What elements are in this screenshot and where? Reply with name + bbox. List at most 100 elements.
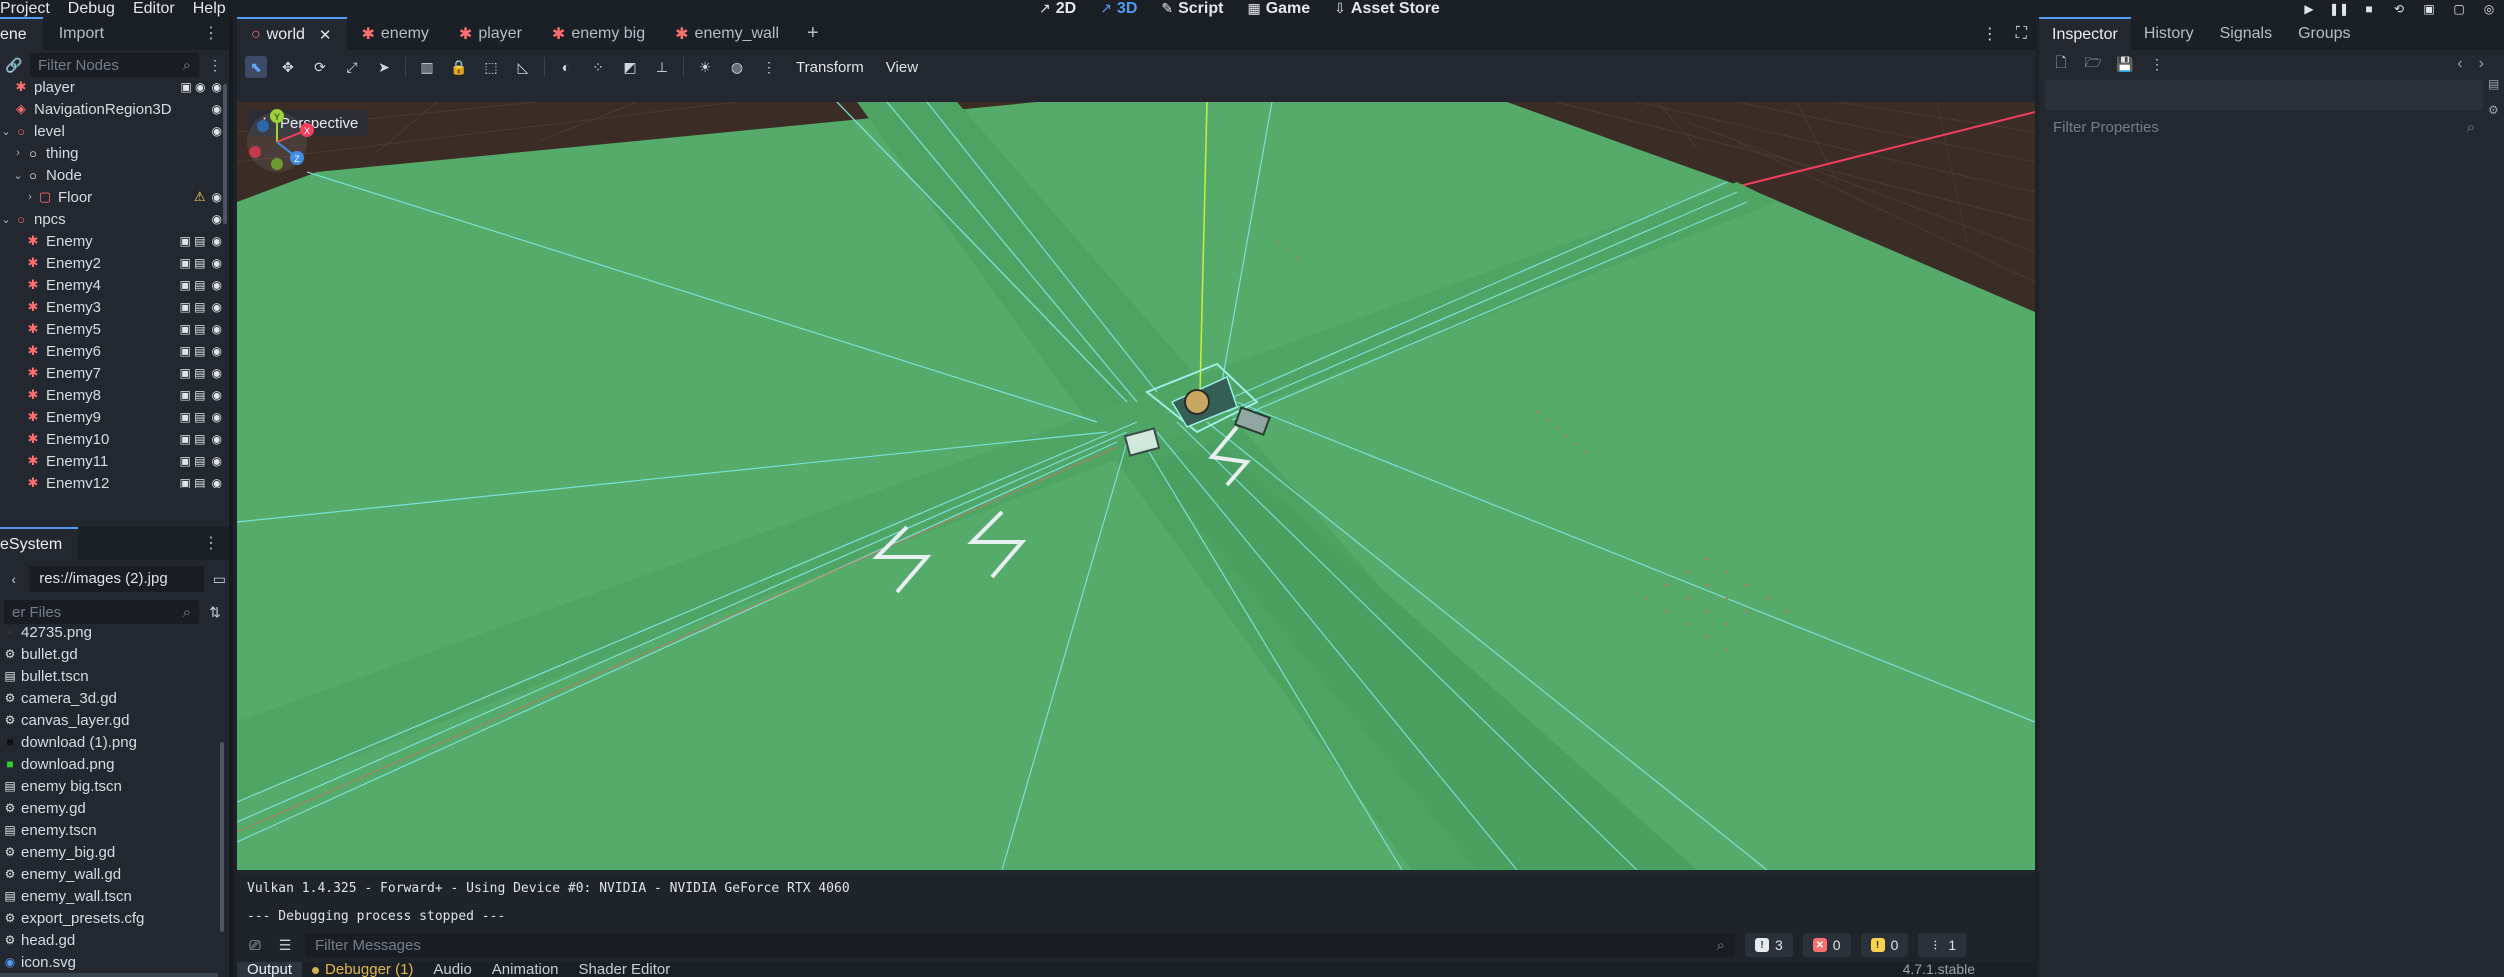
sun-icon[interactable]: ☀ — [694, 56, 716, 78]
file-item[interactable]: ■images (2).jpg — [0, 973, 218, 977]
visibility-eye-icon[interactable]: ◉ — [212, 410, 222, 424]
scene-instance-icon[interactable]: ▣ ▤ — [180, 366, 206, 380]
ruler-icon[interactable]: ▥ — [416, 56, 438, 78]
expand-arrow-icon[interactable]: › — [24, 191, 36, 203]
menu-help[interactable]: Help — [184, 0, 235, 17]
inspector-menu-icon[interactable]: ⋮ — [2147, 54, 2167, 74]
split-mode-icon[interactable]: ▭ — [210, 569, 229, 589]
main-screen-game[interactable]: ▦ Game — [1238, 0, 1319, 17]
filter-messages-box[interactable]: Filter Messages ⌕ — [305, 933, 1735, 957]
error-count-toggle[interactable]: ✕ 0 — [1802, 933, 1851, 957]
movie-icon[interactable]: ◎ — [2474, 0, 2504, 17]
scene-tab-enemy_wall[interactable]: ✱ enemy_wall — [661, 17, 795, 50]
bottom-tab-shader-editor[interactable]: Shader Editor — [569, 962, 681, 977]
visibility-eye-icon[interactable]: ◉ — [212, 278, 222, 292]
visibility-eye-icon[interactable]: ◉ — [212, 432, 222, 446]
visibility-eye-icon[interactable]: ◉ — [212, 212, 222, 226]
visibility-eye-icon[interactable]: ◉ — [212, 476, 222, 488]
scene-tab-enemy-big[interactable]: ✱ enemy big — [538, 17, 661, 50]
scene-options-icon[interactable]: ⋮ — [205, 55, 225, 75]
file-item[interactable]: ▤ enemy.tscn — [0, 819, 218, 841]
tree-node[interactable]: ✱ Enemy10 ▣ ▤ ◉ — [0, 428, 222, 450]
tree-node[interactable]: ⌄ ○ npcs ◉ — [0, 208, 222, 230]
scene-instance-icon[interactable]: ▣ ▤ — [180, 476, 206, 488]
file-item[interactable]: ▤ enemy big.tscn — [0, 775, 218, 797]
tree-node[interactable]: ✱ Enemy ▣ ▤ ◉ — [0, 230, 222, 252]
tab-import[interactable]: Import — [43, 17, 120, 50]
clear-output-icon[interactable]: ⎚ — [245, 935, 265, 955]
tree-node[interactable]: ✱ Enemy12 ▣ ▤ ◉ — [0, 472, 222, 489]
tab-signals[interactable]: Signals — [2207, 17, 2285, 50]
tree-node[interactable]: › ○ thing — [0, 142, 222, 164]
scene-instance-icon[interactable]: ▣ ▤ — [180, 388, 206, 402]
tree-node[interactable]: ✱ Enemy3 ▣ ▤ ◉ — [0, 296, 222, 318]
tree-node[interactable]: ✱ Enemy2 ▣ ▤ ◉ — [0, 252, 222, 274]
visibility-eye-icon[interactable]: ◉ — [212, 102, 222, 116]
tree-node[interactable]: ✱ Enemy5 ▣ ▤ ◉ — [0, 318, 222, 340]
tree-node[interactable]: ✱ player ▣ ◉ ◉ — [0, 80, 222, 98]
filter-messages-input[interactable]: Filter Messages — [315, 937, 421, 954]
scale-mode-icon[interactable]: ⤢ — [341, 56, 363, 78]
pin-icon[interactable]: ⊥ — [651, 56, 673, 78]
view-orientation-gizmo[interactable]: Y X Z — [237, 102, 317, 172]
visibility-eye-icon[interactable]: ◉ — [212, 344, 222, 358]
tree-node[interactable]: ⌄ ○ Node — [0, 164, 222, 186]
environment-icon[interactable]: ◍ — [726, 56, 748, 78]
measure-icon[interactable]: ◺ — [512, 56, 534, 78]
scene-tab-player[interactable]: ✱ player — [445, 17, 538, 50]
file-list-scrollbar[interactable] — [220, 742, 224, 932]
main-screen-asset-store[interactable]: ⇩ Asset Store — [1325, 0, 1449, 17]
group-icon[interactable]: ⬚ — [480, 56, 502, 78]
scene-tab-enemy[interactable]: ✱ enemy — [347, 17, 444, 50]
dock-menu-icon[interactable]: ⋮ — [203, 17, 219, 50]
visibility-eye-icon[interactable]: ◉ — [212, 366, 222, 380]
play-custom-icon[interactable]: ▢ — [2444, 0, 2474, 17]
tree-node[interactable]: ◈ NavigationRegion3D ◉ — [0, 98, 222, 120]
bottom-tab-output[interactable]: Output — [237, 962, 303, 977]
doc-icon[interactable]: ▤ — [2488, 77, 2502, 91]
list-select-icon[interactable]: ➤ — [373, 56, 395, 78]
object-selector[interactable] — [2045, 80, 2483, 110]
sort-icon[interactable]: ⇅ — [205, 602, 225, 622]
open-resource-icon[interactable]: 🗁 — [2083, 54, 2103, 74]
file-item[interactable]: ⚙ canvas_layer.gd — [0, 709, 218, 731]
scene-instance-icon[interactable]: ▣ ▤ — [180, 344, 206, 358]
scene-tree-scrollbar[interactable] — [223, 84, 227, 224]
tree-node[interactable]: ✱ Enemy8 ▣ ▤ ◉ — [0, 384, 222, 406]
file-item[interactable]: ⚙ head.gd — [0, 929, 218, 951]
visibility-eye-icon[interactable]: ◉ — [212, 256, 222, 270]
local-space-icon[interactable]: ◐ — [555, 56, 577, 78]
scene-instance-icon[interactable]: ▣ ▤ — [180, 300, 206, 314]
filesystem-menu-icon[interactable]: ⋮ — [203, 527, 219, 560]
rotate-mode-icon[interactable]: ⟳ — [309, 56, 331, 78]
tab-groups[interactable]: Groups — [2285, 17, 2363, 50]
scene-tab-world[interactable]: ○ world ✕ — [237, 17, 348, 50]
tab-history[interactable]: History — [2131, 17, 2207, 50]
tab-filesystem[interactable]: eSystem — [0, 527, 79, 560]
tree-node[interactable]: ✱ Enemy6 ▣ ▤ ◉ — [0, 340, 222, 362]
scene-instance-icon[interactable]: ▣ ◉ — [180, 80, 205, 94]
visibility-eye-icon[interactable]: ◉ — [212, 124, 222, 138]
visibility-eye-icon[interactable]: ◉ — [212, 388, 222, 402]
tree-node[interactable]: ✱ Enemy9 ▣ ▤ ◉ — [0, 406, 222, 428]
tab-inspector[interactable]: Inspector — [2039, 17, 2131, 50]
history-back-icon[interactable]: ‹ — [4, 569, 23, 589]
3d-viewport[interactable]: ⋮ Perspective Y X Z — [237, 102, 2035, 870]
forward-icon[interactable]: › — [2479, 50, 2484, 78]
main-screen-script[interactable]: ✎ Script — [1152, 0, 1232, 17]
scene-instance-icon[interactable]: ▣ ▤ — [180, 278, 206, 292]
file-item[interactable]: ⚙ enemy_wall.gd — [0, 863, 218, 885]
visibility-eye-icon[interactable]: ◉ — [212, 80, 222, 94]
bake-icon[interactable]: ◩ — [619, 56, 641, 78]
lock-icon[interactable]: 🔒 — [448, 56, 470, 78]
file-item[interactable]: ■ download (1).png — [0, 731, 218, 753]
file-item[interactable]: ⚙ enemy.gd — [0, 797, 218, 819]
tree-node[interactable]: ✱ Enemy4 ▣ ▤ ◉ — [0, 274, 222, 296]
filter-nodes-input[interactable] — [38, 56, 158, 74]
bottom-tab-audio[interactable]: Audio — [423, 962, 481, 977]
transform-menu[interactable]: Transform — [790, 59, 870, 76]
path-field[interactable]: res://images (2).jpg — [29, 566, 204, 592]
filter-files-input[interactable] — [12, 603, 132, 621]
back-icon[interactable]: ‹ — [2457, 50, 2462, 78]
expand-arrow-icon[interactable]: ⌄ — [0, 125, 12, 138]
